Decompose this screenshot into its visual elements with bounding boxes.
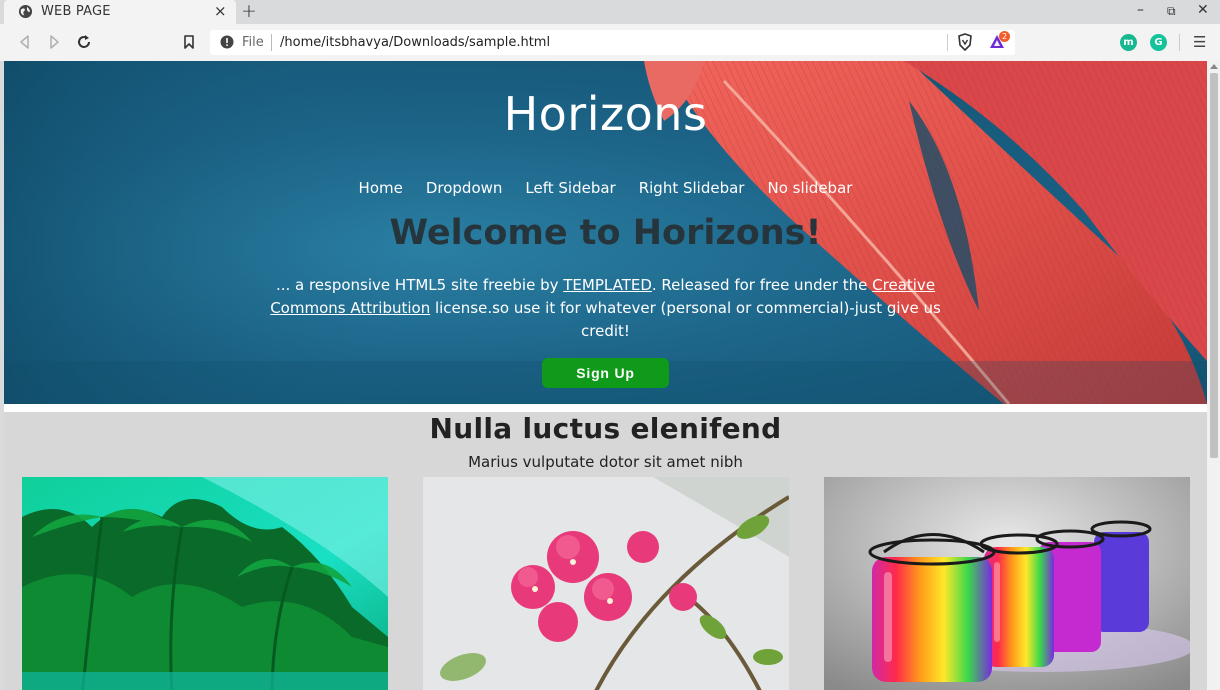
site-title: Horizons — [503, 87, 708, 141]
page-scrollbar[interactable] — [1207, 61, 1220, 690]
welcome-heading: Welcome to Horizons! — [389, 213, 822, 253]
intro-text: ... a responsive HTML5 site freebie by T… — [254, 274, 957, 343]
toolbar-separator — [1179, 34, 1180, 51]
restore-button[interactable]: ⧉ — [1167, 4, 1176, 19]
sign-up-button[interactable]: Sign Up — [542, 358, 669, 388]
page-viewport: Horizons Home Dropdown Left Sidebar Righ… — [4, 61, 1207, 690]
forward-icon[interactable] — [45, 33, 63, 51]
grammarly-icon[interactable]: G — [1150, 34, 1167, 51]
tab-close-icon[interactable]: × — [214, 2, 227, 20]
reload-icon[interactable] — [75, 33, 93, 51]
notification-badge: 2 — [999, 31, 1010, 42]
bougainvillea-picture — [423, 477, 789, 690]
palm-trees-image[interactable] — [22, 477, 388, 690]
browser-toolbar: File /home/itsbhavya/Downloads/sample.ht… — [0, 24, 1220, 61]
m-extension-icon[interactable]: m — [1120, 34, 1137, 51]
tab-strip: WEB PAGE × + – ⧉ ✕ — [0, 0, 1220, 24]
menu-icon[interactable]: ☰ — [1193, 33, 1206, 51]
bookmark-icon[interactable] — [180, 33, 198, 51]
back-icon[interactable] — [16, 33, 34, 51]
section-title: Nulla luctus elenifend — [429, 412, 782, 445]
new-tab-button[interactable]: + — [241, 0, 257, 22]
info-icon[interactable] — [220, 35, 234, 49]
browser-tab[interactable]: WEB PAGE × — [4, 0, 236, 24]
brave-shield-icon[interactable] — [955, 32, 975, 52]
section-subtitle: Marius vulputate dotor sit amet nibh — [468, 453, 743, 471]
rainbow-jars-picture — [824, 477, 1190, 690]
nav-no-slidebar[interactable]: No slidebar — [767, 179, 852, 197]
bougainvillea-flowers-image[interactable] — [423, 477, 789, 690]
intro-prefix: ... a responsive HTML5 site freebie by — [275, 276, 564, 294]
main-nav: Home Dropdown Left Sidebar Right Slideba… — [4, 179, 1207, 197]
address-scheme: File — [242, 35, 264, 50]
tab-title: WEB PAGE — [41, 4, 111, 19]
nav-right-slidebar[interactable]: Right Slidebar — [639, 179, 745, 197]
palm-trees-picture — [22, 477, 388, 690]
close-window-button[interactable]: ✕ — [1197, 2, 1209, 18]
address-bar[interactable]: File /home/itsbhavya/Downloads/sample.ht… — [210, 30, 1015, 55]
nav-home[interactable]: Home — [359, 179, 403, 197]
address-separator — [947, 34, 948, 51]
intro-mid: . Released for free under the — [651, 276, 873, 294]
scroll-up-arrow-icon[interactable] — [1210, 64, 1218, 69]
minimize-button[interactable]: – — [1137, 2, 1144, 18]
templated-link[interactable]: TEMPLATED — [563, 276, 652, 294]
rainbow-jars-image[interactable] — [824, 477, 1190, 690]
globe-icon — [18, 4, 33, 19]
brave-rewards-button[interactable]: 2 — [988, 31, 1012, 53]
address-url[interactable]: /home/itsbhavya/Downloads/sample.html — [280, 35, 550, 50]
gallery-section: Nulla luctus elenifend Marius vulputate … — [4, 412, 1207, 690]
nav-left-sidebar[interactable]: Left Sidebar — [525, 179, 615, 197]
nav-dropdown[interactable]: Dropdown — [426, 179, 503, 197]
address-separator — [271, 34, 272, 51]
scroll-thumb[interactable] — [1210, 73, 1218, 458]
hero-banner: Horizons Home Dropdown Left Sidebar Righ… — [4, 61, 1207, 404]
section-divider — [4, 404, 1207, 412]
intro-suffix: license.so use it for whatever (personal… — [430, 299, 941, 340]
